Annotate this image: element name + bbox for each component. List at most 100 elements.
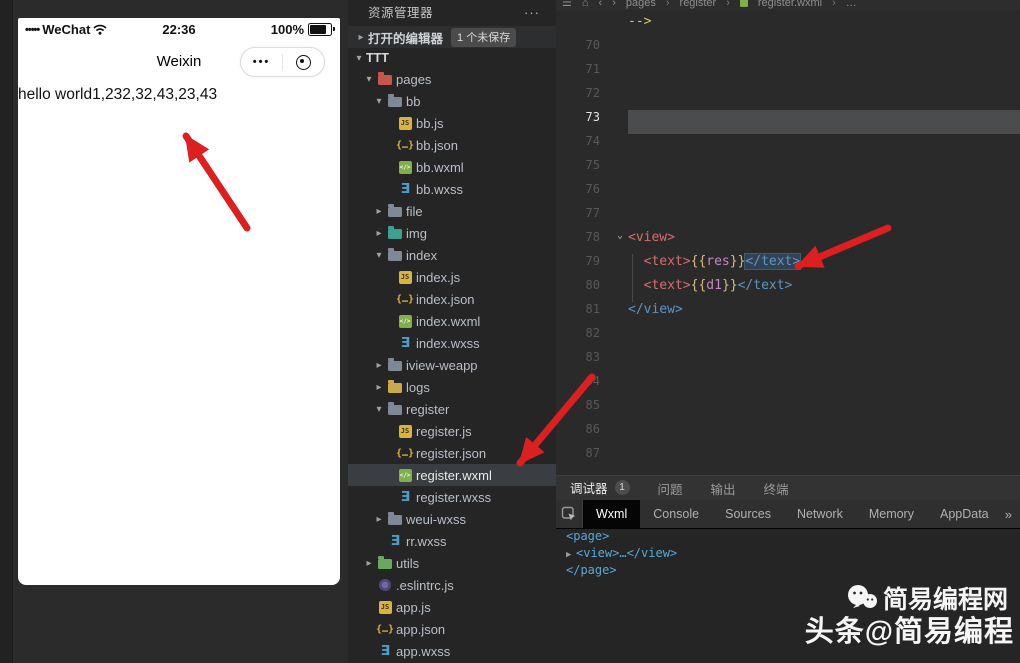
code-line-84[interactable]: 84 [556,374,1020,398]
chevron-right-icon[interactable]: ▸ [372,382,386,393]
code-line-70[interactable]: 70 [556,38,1020,62]
breadcrumb-file[interactable]: register.wxml [758,0,822,9]
tree-item-bb[interactable]: ▾bb [348,90,556,112]
chevron-right-icon[interactable]: ▸ [372,514,386,525]
code-line-86[interactable]: 86 [556,422,1020,446]
tree-item-app.json[interactable]: {…}app.json [348,618,556,640]
tree-item-pages[interactable]: ▾pages [348,68,556,90]
chevron-down-icon[interactable]: ▾ [372,404,386,415]
tree-item-img[interactable]: ▸img [348,222,556,244]
tree-item-weui-wxss[interactable]: ▸weui-wxss [348,508,556,530]
code-line-87[interactable]: 87 [556,446,1020,470]
back-icon[interactable]: ‹ [599,0,603,9]
chevron-down-icon[interactable]: ▾ [372,96,386,107]
tree-item-bb.wxml[interactable]: </>bb.wxml [348,156,556,178]
tree-item-index.js[interactable]: JSindex.js [348,266,556,288]
editor-panel[interactable]: ☰ ⌂ ‹ › pages › register › register.wxml… [556,0,1020,475]
devtools-tab-Sources[interactable]: Sources [712,500,784,528]
wxss-file-icon: Ǝ [396,490,414,505]
capsule-menu[interactable]: ••• [240,47,325,77]
devtools-tab-Console[interactable]: Console [640,500,712,528]
chevron-right-icon[interactable]: ▸ [354,32,368,43]
tree-item-bb.wxss[interactable]: Ǝbb.wxss [348,178,556,200]
breadcrumb-register[interactable]: register [680,0,717,9]
tree-item-rr.wxss[interactable]: Ǝrr.wxss [348,530,556,552]
tree-item-index.json[interactable]: {…}index.json [348,288,556,310]
tree-item-app.js[interactable]: JSapp.js [348,596,556,618]
code-line-77[interactable]: 77 [556,206,1020,230]
chevron-right-icon[interactable]: ▸ [372,206,386,217]
code-line-76[interactable]: 76 [556,182,1020,206]
devtools-tab-Memory[interactable]: Memory [856,500,927,528]
chevron-right-icon[interactable]: ▸ [372,228,386,239]
tree-item-label: logs [406,380,430,395]
wxml-node[interactable]: <page> [556,528,1020,545]
debugger-tab-输出[interactable]: 输出 [711,476,736,500]
forward-icon[interactable]: › [612,0,616,9]
devtools-tab-Network[interactable]: Network [784,500,856,528]
code-line-79[interactable]: 79 <text>{{res}}</text> [556,254,1020,278]
code-line-71[interactable]: 71 [556,62,1020,86]
line-number: 71 [556,62,612,86]
breadcrumb-pages[interactable]: pages [626,0,656,9]
code-line-82[interactable]: 82 [556,326,1020,350]
code-line-72[interactable]: 72 [556,86,1020,110]
phone-screen: ••••• WeChat 22:36 100% Weixin ••• [18,18,340,585]
chevron-down-icon[interactable]: ▾ [372,250,386,261]
tree-item-index[interactable]: ▾index [348,244,556,266]
tree-item-iview-weapp[interactable]: ▸iview-weapp [348,354,556,376]
more-tabs-icon[interactable]: » [1005,507,1012,522]
explorer-panel: 资源管理器 ··· ▸ 打开的编辑器 1 个未保存 ▾ TTT ▾pages▾b… [348,0,557,663]
debugger-tab-终端[interactable]: 终端 [764,476,789,500]
close-minibar-icon[interactable] [283,55,324,70]
tree-item-utils[interactable]: ▸utils [348,552,556,574]
code-line-80[interactable]: 80 <text>{{d1}}</text> [556,278,1020,302]
more-menu-icon[interactable]: ••• [241,56,282,68]
chevron-right-icon[interactable]: ▸ [372,360,386,371]
breadcrumb-more[interactable]: … [846,0,857,9]
devtools-tab-AppData[interactable]: AppData [927,500,1002,528]
tree-item-bb.json[interactable]: {…}bb.json [348,134,556,156]
tree-item-app.wxss[interactable]: Ǝapp.wxss [348,640,556,662]
open-editors-row[interactable]: ▸ 打开的编辑器 1 个未保存 [348,26,556,48]
project-root-row[interactable]: ▾ TTT [348,48,556,68]
tree-item-.eslintrc.js[interactable]: .eslintrc.js [348,574,556,596]
tree-item-register[interactable]: ▾register [348,398,556,420]
code-area[interactable]: -->707172737475767778⌄<view>79 <text>{{r… [556,14,1020,470]
fold-chevron-icon[interactable]: ⌄ [612,230,628,254]
code-line-73[interactable]: 73 [556,110,1020,134]
tree-item-logs[interactable]: ▸ logs [348,376,556,398]
inspect-element-icon[interactable] [556,500,583,528]
chevron-down-icon[interactable]: ▾ [362,74,376,85]
chevron-down-icon[interactable]: ▾ [352,53,366,64]
tree-item-register.js[interactable]: JSregister.js [348,420,556,442]
hamburger-icon[interactable]: ☰ [562,0,572,9]
tree-item-label: file [406,204,423,219]
code-line-comment[interactable]: --> [556,14,1020,38]
bookmark-icon[interactable]: ⌂ [582,0,589,9]
tree-item-register.wxml[interactable]: </>register.wxml [348,464,556,486]
code-line-85[interactable]: 85 [556,398,1020,422]
tree-item-register.wxss[interactable]: Ǝregister.wxss [348,486,556,508]
wxss-file-icon: Ǝ [396,182,414,197]
code-line-75[interactable]: 75 [556,158,1020,182]
chevron-right-icon[interactable]: ▸ [362,558,376,569]
debugger-tab-调试器[interactable]: 调试器1 [570,476,630,501]
code-line-81[interactable]: 81</view> [556,302,1020,326]
tree-item-file[interactable]: ▸ file [348,200,556,222]
devtools-tab-Wxml[interactable]: Wxml [583,500,640,528]
code-line-74[interactable]: 74 [556,134,1020,158]
tree-item-index.wxss[interactable]: Ǝindex.wxss [348,332,556,354]
code-line-78[interactable]: 78⌄<view> [556,230,1020,254]
phone-nav-bar: Weixin ••• [18,46,340,80]
line-number: 84 [556,374,612,398]
unsaved-badge: 1 个未保存 [451,28,516,47]
tree-item-index.wxml[interactable]: </>index.wxml [348,310,556,332]
wxml-node[interactable]: ▶<view>…</view> [556,545,1020,562]
tree-item-bb.js[interactable]: JSbb.js [348,112,556,134]
tree-item-register.json[interactable]: {…}register.json [348,442,556,464]
explorer-more-icon[interactable]: ··· [524,0,540,26]
code-line-83[interactable]: 83 [556,350,1020,374]
wxml-inspector[interactable]: <page>▶<view>…</view></page> [556,528,1020,579]
debugger-tab-问题[interactable]: 问题 [658,476,683,500]
